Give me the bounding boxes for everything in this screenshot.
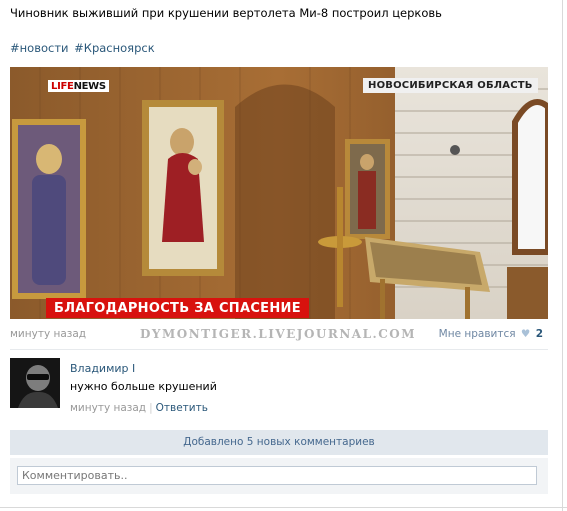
comment-time[interactable]: минуту назад [70, 402, 146, 414]
separator: | [149, 402, 153, 414]
like-label: Мне нравится [438, 328, 516, 340]
bottom-border [0, 507, 567, 508]
like-button[interactable]: Мне нравится ♥ 2 [439, 328, 543, 340]
comment-author[interactable]: Владимир I [70, 362, 135, 375]
post-hashtags: #новости #Красноярск [10, 41, 157, 55]
avatar-image [10, 358, 60, 408]
channel-logo: LIFENEWS [48, 80, 109, 92]
reply-button[interactable]: Ответить [156, 402, 208, 414]
comment-item: Владимир I нужно больше крушений минуту … [10, 358, 548, 416]
channel-logo-life: LIFE [51, 81, 74, 92]
post-meta: минуту назад DYMONTIGER.LIVEJOURNAL.COM … [10, 327, 543, 344]
video-player[interactable]: LIFENEWS НОВОСИБИРСКАЯ ОБЛАСТЬ БЛАГОДАРН… [10, 67, 548, 319]
right-border [562, 0, 563, 511]
comment-meta: минуту назад | Ответить [70, 402, 208, 414]
avatar[interactable] [10, 358, 60, 408]
channel-logo-news: NEWS [73, 81, 107, 92]
like-count: 2 [535, 328, 543, 340]
divider [10, 349, 548, 350]
video-frame [10, 67, 548, 319]
watermark: DYMONTIGER.LIVEJOURNAL.COM [140, 327, 417, 341]
video-caption: БЛАГОДАРНОСТЬ ЗА СПАСЕНИЕ [46, 298, 309, 318]
post-time[interactable]: минуту назад [10, 328, 86, 340]
heart-icon: ♥ [520, 328, 531, 340]
comment-box [10, 458, 548, 494]
hashtag-krasnoyarsk[interactable]: #Красноярск [74, 41, 155, 55]
region-label: НОВОСИБИРСКАЯ ОБЛАСТЬ [363, 78, 538, 93]
post-text: Чиновник выживший при крушении вертолета… [10, 6, 442, 20]
new-comments-button[interactable]: Добавлено 5 новых комментариев [10, 430, 548, 455]
hashtag-news[interactable]: #новости [10, 41, 69, 55]
comment-input[interactable] [17, 466, 537, 485]
comment-text: нужно больше крушений [70, 380, 217, 393]
